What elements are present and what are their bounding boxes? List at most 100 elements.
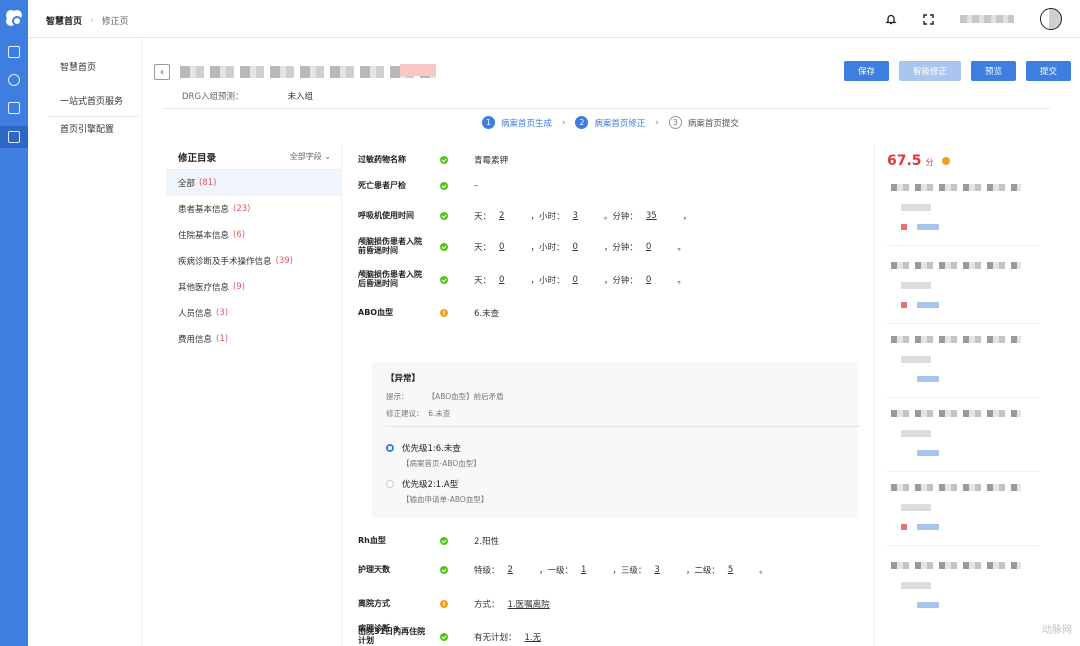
- check-ok-icon: [440, 275, 448, 284]
- field-label: 离院方式: [358, 598, 390, 608]
- step-1-label[interactable]: 病案首页生成: [501, 117, 552, 129]
- tip-text: 【ABO血型】前后矛盾: [427, 392, 504, 401]
- record-icon[interactable]: [8, 131, 20, 143]
- catalog-filter-select[interactable]: 全部字段 ⌄: [290, 151, 331, 162]
- step-3-label[interactable]: 病案首页提交: [688, 117, 739, 129]
- score-card-redacted[interactable]: [887, 402, 1039, 472]
- catalog-item-count: (9): [233, 282, 246, 292]
- end-punct: ，: [682, 212, 692, 222]
- check-ok-icon: [440, 156, 448, 164]
- plan-label: 有无计划：: [474, 632, 517, 643]
- first-label: ，一级：: [538, 566, 573, 576]
- breadcrumb-separator-icon: ›: [90, 15, 94, 26]
- breadcrumb-home[interactable]: 智慧首页: [46, 14, 82, 27]
- suggest-label: 修正建议：: [386, 409, 424, 418]
- nursing-third-input[interactable]: 3: [650, 565, 663, 575]
- avatar[interactable]: [1040, 8, 1062, 30]
- nursing-special-input[interactable]: 2: [504, 565, 517, 575]
- discharge-method-input[interactable]: 1.医嘱离院: [504, 598, 554, 610]
- pathology-label: 病理诊断 ⊕: [358, 624, 400, 633]
- subnav-item-smart-home[interactable]: 智慧首页: [60, 60, 96, 73]
- nursing-second-input[interactable]: 5: [724, 565, 737, 575]
- catalog-item-label: 全部: [178, 179, 196, 189]
- catalog-item-diagnosis[interactable]: 疾病诊断及手术操作信息 (39): [166, 248, 341, 274]
- rh-value[interactable]: 2.阳性: [474, 535, 499, 547]
- option-priority-1[interactable]: 优先级1:6.未查 【病案首页-ABO血型】: [386, 442, 481, 469]
- warning-icon: !: [440, 600, 448, 608]
- autopsy-value[interactable]: –: [474, 181, 478, 191]
- catalog-item-all[interactable]: 全部 (81): [166, 170, 341, 196]
- field-allergy: 过敏药物名称 青霉素钾: [358, 154, 508, 166]
- readmit-value: 有无计划： 1.无: [474, 631, 545, 643]
- catalog-item-count: (3): [216, 308, 229, 318]
- coma-after-hour-input[interactable]: 0: [568, 275, 581, 285]
- ventilator-min-input[interactable]: 35: [642, 211, 661, 221]
- option-priority-2[interactable]: 优先级2:1.A型 【输血申请单-ABO血型】: [386, 478, 488, 505]
- catalog-header: 修正目录 全部字段 ⌄: [166, 144, 341, 170]
- correction-catalog: 修正目录 全部字段 ⌄ 全部 (81) 患者基本信息 (23) 住院基本信息 (6) …: [166, 144, 342, 646]
- field-label-line2: 后昏迷时间: [358, 278, 398, 288]
- radio-unselected[interactable]: [386, 480, 394, 488]
- score-card-redacted[interactable]: [887, 476, 1039, 546]
- coma-before-day-input[interactable]: 0: [495, 242, 508, 252]
- coma-after-min-input[interactable]: 0: [642, 275, 655, 285]
- field-abo: ABO血型 ! 6.未查: [358, 307, 499, 319]
- step-1-number: 1: [482, 116, 495, 129]
- field-label: ABO血型: [358, 307, 394, 317]
- correction-form: 过敏药物名称 青霉素钾 死亡患者尸检 – 呼吸机使用时间 天： 2 ，小时： 3 。…: [358, 144, 864, 646]
- ventilator-hour-input[interactable]: 3: [568, 211, 581, 221]
- catalog-item-hospital-basic[interactable]: 住院基本信息 (6): [166, 222, 341, 248]
- ventilator-day-input[interactable]: 2: [495, 211, 508, 221]
- step-3-number: 3: [668, 116, 682, 129]
- abnormal-title: 【异常】: [386, 374, 421, 384]
- catalog-item-other-medical[interactable]: 其他医疗信息 (9): [166, 274, 341, 300]
- catalog-item-personnel[interactable]: 人员信息 (3): [166, 300, 341, 326]
- abo-value[interactable]: 6.未查: [474, 307, 499, 319]
- coma-before-min-input[interactable]: 0: [642, 242, 655, 252]
- readmit-plan-input[interactable]: 1.无: [521, 631, 546, 643]
- coma-after-day-input[interactable]: 0: [495, 275, 508, 285]
- subnav-divider: [48, 116, 138, 117]
- hour-label: ，小时：: [530, 212, 565, 222]
- radio-selected[interactable]: [386, 444, 394, 452]
- catalog-item-count: (6): [233, 230, 246, 240]
- day-label: 天：: [474, 275, 492, 286]
- option-label: 优先级2:1.A型: [402, 480, 459, 490]
- subnav-item-one-stop[interactable]: 一站式首页服务: [60, 94, 123, 107]
- smart-fix-button[interactable]: 智能修正: [899, 61, 962, 81]
- nursing-first-input[interactable]: 1: [577, 565, 590, 575]
- min-label: ，分钟：: [603, 242, 638, 253]
- fullscreen-icon[interactable]: [923, 13, 934, 25]
- catalog-item-count: (1): [216, 334, 229, 344]
- preview-button[interactable]: 预览: [971, 61, 1017, 81]
- field-label: 呼吸机使用时间: [358, 210, 414, 220]
- field-label: Rh血型: [358, 535, 386, 545]
- min-label: ，分钟：: [603, 275, 638, 286]
- field-pathology[interactable]: 病理诊断 ⊕: [358, 624, 400, 634]
- patient-tag-redacted: [400, 64, 436, 76]
- back-button[interactable]: ‹: [154, 64, 170, 80]
- score-card-redacted[interactable]: [887, 328, 1039, 398]
- day-label: 天：: [474, 242, 492, 253]
- score-card-redacted[interactable]: [887, 254, 1039, 324]
- score-card-redacted[interactable]: [887, 176, 1039, 246]
- user-name-redacted[interactable]: [960, 15, 1014, 23]
- field-rh: Rh血型 2.阳性: [358, 535, 499, 547]
- edit-doc-icon[interactable]: [8, 46, 20, 58]
- step-2-label[interactable]: 病案首页修正: [594, 117, 645, 129]
- app-logo-icon[interactable]: [4, 8, 24, 28]
- patient-title-redacted: [180, 66, 436, 78]
- subnav-item-engine-config[interactable]: 首页引擎配置: [60, 122, 114, 135]
- briefcase-icon[interactable]: [8, 102, 20, 114]
- allergy-value[interactable]: 青霉素钾: [474, 154, 508, 166]
- catalog-item-patient-basic[interactable]: 患者基本信息 (23): [166, 196, 341, 222]
- steps-divider: [162, 108, 1050, 109]
- catalog-item-cost[interactable]: 费用信息 (1): [166, 326, 341, 352]
- bell-icon[interactable]: [885, 13, 897, 25]
- score-card-redacted[interactable]: [887, 554, 1039, 624]
- chart-icon[interactable]: [8, 74, 20, 86]
- coma-before-hour-input[interactable]: 0: [568, 242, 581, 252]
- submit-button[interactable]: 提交: [1026, 61, 1072, 81]
- sub-navigation: 智慧首页 一站式首页服务 首页引擎配置: [28, 38, 142, 646]
- save-button[interactable]: 保存: [844, 61, 890, 81]
